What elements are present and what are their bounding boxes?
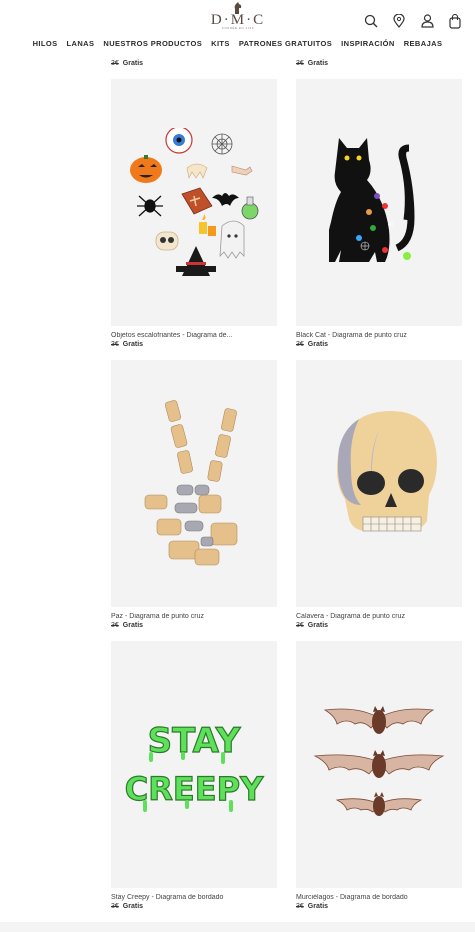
artwork-text-stay: STAY	[148, 721, 241, 761]
old-price: 3€	[111, 903, 119, 910]
skeleton-peace-hand-artwork	[144, 399, 238, 565]
current-price: Gratis	[307, 622, 329, 629]
product-card[interactable]: Black Cat - Diagrama de punto cruz 3€ Gra…	[296, 79, 462, 348]
dmc-logo[interactable]: D·M·C FONDÉE EN 1746	[210, 2, 266, 34]
product-name[interactable]: Murciélagos - Diagrama de bordado	[296, 894, 462, 901]
product-image[interactable]	[296, 360, 462, 607]
product-image[interactable]	[111, 360, 277, 607]
product-name[interactable]: Stay Creepy - Diagrama de bordado	[111, 894, 277, 901]
product-price: 3€ Gratis	[296, 341, 462, 348]
product-price: 3€ Gratis	[111, 622, 277, 629]
bats-artwork	[313, 705, 445, 816]
product-image[interactable]	[296, 641, 462, 888]
product-name[interactable]: Black Cat - Diagrama de punto cruz	[296, 332, 462, 339]
current-price: Gratis	[307, 903, 329, 910]
product-price: 3€ Gratis	[111, 341, 277, 348]
current-price: Gratis	[122, 622, 144, 629]
nav-inspiracion[interactable]: INSPIRACIÓN	[341, 39, 395, 48]
location-icon[interactable]	[391, 12, 407, 30]
product-card[interactable]: Objetos escalofriantes - Diagrama de... …	[111, 79, 277, 348]
search-icon[interactable]	[363, 12, 379, 30]
old-price: 3€	[296, 60, 304, 67]
account-icon[interactable]	[419, 12, 435, 30]
product-name[interactable]: Paz - Diagrama de punto cruz	[111, 613, 277, 620]
nav-kits[interactable]: KITS	[211, 39, 230, 48]
skull-artwork	[337, 410, 437, 531]
cart-icon[interactable]	[447, 12, 463, 30]
product-card[interactable]: STAY CREEPY Stay Creepy - Diagrama de bo…	[111, 641, 277, 910]
old-price: 3€	[111, 60, 119, 67]
nav-nuestros-productos[interactable]: NUESTROS PRODUCTOS	[103, 39, 202, 48]
old-price: 3€	[111, 341, 119, 348]
prev-price-left: 3€ Gratis	[111, 60, 143, 67]
black-cat-artwork	[329, 137, 415, 262]
current-price: Gratis	[307, 341, 329, 348]
price: Gratis	[307, 60, 329, 67]
product-card[interactable]: Calavera - Diagrama de punto cruz 3€ Grat…	[296, 360, 462, 629]
spooky-objects-artwork	[130, 127, 259, 276]
current-price: Gratis	[122, 341, 144, 348]
nav-patrones-gratuitos[interactable]: PATRONES GRATUITOS	[239, 39, 332, 48]
current-price: Gratis	[122, 903, 144, 910]
product-name[interactable]: Calavera - Diagrama de punto cruz	[296, 613, 462, 620]
old-price: 3€	[296, 903, 304, 910]
product-image[interactable]: STAY CREEPY	[111, 641, 277, 888]
old-price: 3€	[111, 622, 119, 629]
product-price: 3€ Gratis	[296, 903, 462, 910]
main-nav: HILOS LANAS NUESTROS PRODUCTOS KITS PATR…	[0, 39, 475, 48]
product-image[interactable]	[296, 79, 462, 326]
header-icons	[363, 12, 463, 30]
nav-hilos[interactable]: HILOS	[33, 39, 58, 48]
stay-creepy-artwork: STAY CREEPY	[124, 720, 265, 812]
product-card[interactable]: Paz - Diagrama de punto cruz 3€ Gratis	[111, 360, 277, 629]
nav-lanas[interactable]: LANAS	[67, 39, 95, 48]
product-card[interactable]: Murciélagos - Diagrama de bordado 3€ Grat…	[296, 641, 462, 910]
price: Gratis	[122, 60, 144, 67]
product-image[interactable]	[111, 79, 277, 326]
product-price: 3€ Gratis	[296, 622, 462, 629]
product-price: 3€ Gratis	[111, 903, 277, 910]
old-price: 3€	[296, 622, 304, 629]
brand-name: D·M·C	[210, 12, 266, 28]
nav-rebajas[interactable]: REBAJAS	[404, 39, 443, 48]
old-price: 3€	[296, 341, 304, 348]
prev-price-right: 3€ Gratis	[296, 60, 328, 67]
product-name[interactable]: Objetos escalofriantes - Diagrama de...	[111, 332, 277, 339]
footer-strip	[0, 922, 475, 932]
